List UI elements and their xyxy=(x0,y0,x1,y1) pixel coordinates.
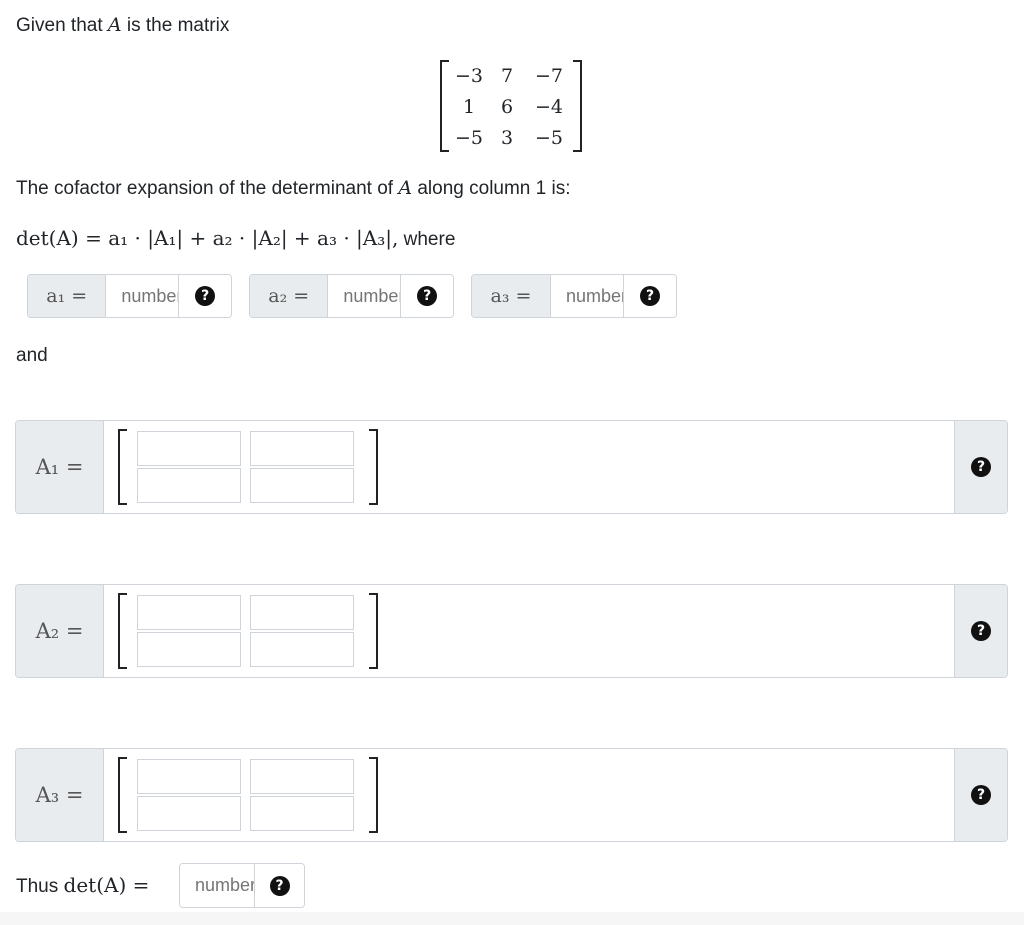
matrix-right-bracket xyxy=(573,60,582,152)
left-bracket xyxy=(118,593,127,669)
thus-math: det(A) = xyxy=(63,873,150,897)
a2-matrix-help-button[interactable]: ? xyxy=(954,585,1007,677)
matrix-entry: −4 xyxy=(534,95,563,118)
a1-label: a₁ = xyxy=(28,275,107,317)
a2-cell-22[interactable] xyxy=(250,632,354,667)
question-circle-icon: ? xyxy=(971,621,991,641)
cofactor-suffix: along column 1 is: xyxy=(417,178,571,199)
left-bracket xyxy=(118,429,127,505)
matrix-entry: −3 xyxy=(454,64,483,87)
formula-line: det(A) = a₁ · |A₁| + a₂ · |A₂| + a₃ · |A… xyxy=(16,226,455,251)
question-circle-icon: ? xyxy=(417,286,438,306)
matrix-left-bracket xyxy=(440,60,449,152)
matrix-entry: 1 xyxy=(462,95,476,118)
a3-input-group: a₃ = ? xyxy=(471,274,677,318)
a2-matrix-row: A₂ = ? xyxy=(15,584,1008,678)
a1-cell-22[interactable] xyxy=(250,468,354,503)
intro-text: Given that A is the matrix xyxy=(16,14,229,37)
a1-matrix-row: A₁ = ? xyxy=(15,420,1008,514)
a1-matrix-input xyxy=(104,421,954,513)
a1-cell-12[interactable] xyxy=(250,431,354,466)
thus-prefix: Thus xyxy=(16,876,59,897)
a3-input[interactable] xyxy=(551,275,624,317)
a1-help-button[interactable]: ? xyxy=(179,275,231,317)
question-circle-icon: ? xyxy=(195,286,216,306)
a1-matrix-help-button[interactable]: ? xyxy=(954,421,1007,513)
det-input-group: ? xyxy=(179,863,305,908)
thus-line: Thus det(A) = xyxy=(16,873,149,898)
a2-matrix-box xyxy=(118,593,378,669)
cofactor-var: A xyxy=(398,177,413,199)
right-bracket xyxy=(369,593,378,669)
cofactor-text: The cofactor expansion of the determinan… xyxy=(16,177,571,200)
formula-suffix: where xyxy=(403,229,456,250)
intro-var: A xyxy=(107,14,122,36)
given-matrix: −3 7 −7 1 6 −4 −5 3 −5 xyxy=(440,60,582,156)
matrix-entry: −5 xyxy=(534,126,563,149)
a3-cell-11[interactable] xyxy=(137,759,241,794)
a3-help-button[interactable]: ? xyxy=(624,275,676,317)
a1-matrix-box xyxy=(118,429,378,505)
a1-input[interactable] xyxy=(106,275,180,317)
matrix-entry: 6 xyxy=(500,95,514,118)
a2-input[interactable] xyxy=(328,275,402,317)
question-circle-icon: ? xyxy=(269,875,290,896)
a3-matrix-input xyxy=(104,749,954,841)
a1-input-group: a₁ = ? xyxy=(27,274,232,318)
a2-input-group: a₂ = ? xyxy=(249,274,454,318)
matrix-entry: 3 xyxy=(500,126,514,149)
a1-cell-11[interactable] xyxy=(137,431,241,466)
matrix-entry: −7 xyxy=(534,64,563,87)
a1-cell-21[interactable] xyxy=(137,468,241,503)
matrix-entries: −3 7 −7 1 6 −4 −5 3 −5 xyxy=(450,60,572,152)
a3-cell-22[interactable] xyxy=(250,796,354,831)
a2-cell-11[interactable] xyxy=(137,595,241,630)
question-circle-icon: ? xyxy=(971,785,991,805)
a3-matrix-label: A₃ = xyxy=(16,749,104,841)
a1-matrix-label: A₁ = xyxy=(16,421,104,513)
a3-label: a₃ = xyxy=(472,275,551,317)
a2-matrix-input xyxy=(104,585,954,677)
question-circle-icon: ? xyxy=(971,457,991,477)
a3-matrix-help-button[interactable]: ? xyxy=(954,749,1007,841)
right-bracket xyxy=(369,757,378,833)
a3-cell-21[interactable] xyxy=(137,796,241,831)
a3-matrix-box xyxy=(118,757,378,833)
intro-suffix: is the matrix xyxy=(126,15,230,36)
a3-cell-12[interactable] xyxy=(250,759,354,794)
a2-help-button[interactable]: ? xyxy=(401,275,453,317)
a2-matrix-label: A₂ = xyxy=(16,585,104,677)
matrix-entry: −5 xyxy=(454,126,483,149)
and-text: and xyxy=(16,345,48,366)
left-bracket xyxy=(118,757,127,833)
a2-cell-12[interactable] xyxy=(250,595,354,630)
cofactor-prefix: The cofactor expansion of the determinan… xyxy=(16,178,394,199)
page-bottom-strip xyxy=(0,912,1024,925)
question-circle-icon: ? xyxy=(640,286,660,306)
det-help-button[interactable]: ? xyxy=(255,864,304,907)
intro-prefix: Given that xyxy=(16,15,103,36)
a3-matrix-row: A₃ = ? xyxy=(15,748,1008,842)
matrix-entry: 7 xyxy=(500,64,514,87)
det-input[interactable] xyxy=(180,864,255,907)
right-bracket xyxy=(369,429,378,505)
a2-label: a₂ = xyxy=(250,275,329,317)
formula-math: det(A) = a₁ · |A₁| + a₂ · |A₂| + a₃ · |A… xyxy=(16,226,399,250)
a2-cell-21[interactable] xyxy=(137,632,241,667)
